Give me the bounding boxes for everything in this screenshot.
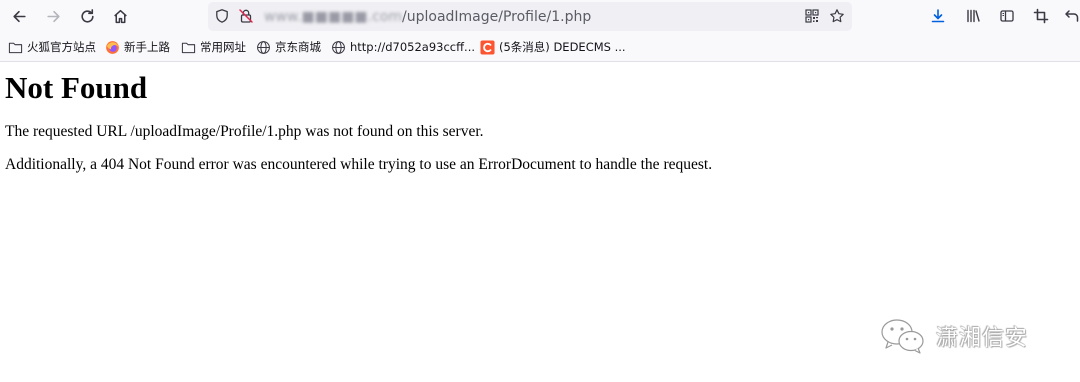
reload-button[interactable]: [74, 4, 100, 28]
back-icon: [12, 10, 26, 22]
bookmark-label: 常用网址: [200, 40, 246, 54]
bookmark-item[interactable]: 火狐官方站点: [8, 38, 96, 56]
watermark: 潇湘信安: [878, 314, 1068, 358]
library-button[interactable]: [962, 5, 984, 27]
url-bar[interactable]: www.■■■■■.com/uploadImage/Profile/1.php: [208, 2, 852, 31]
library-icon: [967, 9, 980, 23]
downloads-button[interactable]: [927, 5, 949, 27]
home-icon: [113, 9, 127, 23]
firefox-icon: [106, 40, 119, 54]
qr-code-icon[interactable]: [804, 8, 820, 24]
bookmark-label: http://d7052a93ccff...: [350, 40, 476, 54]
bookmark-label: 火狐官方站点: [27, 40, 96, 54]
globe-icon: [257, 40, 270, 54]
watermark-text: 潇湘信安: [936, 326, 1029, 351]
shield-icon[interactable]: [214, 8, 230, 24]
star-icon[interactable]: [829, 8, 845, 24]
browser-toolbar: www.■■■■■.com/uploadImage/Profile/1.php: [0, 0, 1080, 33]
error-message: The requested URL /uploadImage/Profile/1…: [5, 123, 484, 140]
url-path: /uploadImage/Profile/1.php: [402, 9, 592, 25]
bookmark-item[interactable]: http://d7052a93ccff...: [331, 38, 475, 56]
bookmark-item[interactable]: (5条消息) DEDECMS ...: [480, 38, 626, 56]
screenshot-icon: [1033, 8, 1049, 24]
back-button[interactable]: [6, 4, 32, 28]
bookmarks-bar: 火狐官方站点 新手上路 常用网址 京东商城 http://d7052a93ccf…: [0, 33, 1080, 62]
url-text[interactable]: www.■■■■■.com/uploadImage/Profile/1.php: [264, 8, 591, 26]
bookmark-item[interactable]: 常用网址: [181, 38, 246, 56]
sidebar-icon: [1000, 10, 1014, 22]
error-detail: Additionally, a 404 Not Found error was …: [5, 156, 713, 173]
folder-icon: [8, 42, 23, 53]
bookmark-label: 新手上路: [124, 40, 170, 54]
globe-icon: [332, 40, 345, 54]
reload-icon: [80, 8, 94, 23]
undo-icon: [1065, 10, 1079, 22]
forward-icon: [46, 10, 60, 22]
bookmark-item[interactable]: 新手上路: [105, 38, 170, 56]
download-icon: [931, 9, 945, 23]
sidebar-button[interactable]: [996, 5, 1018, 27]
csdn-icon: [480, 39, 495, 55]
bookmark-label: (5条消息) DEDECMS ...: [499, 40, 626, 54]
insecure-lock-icon[interactable]: [238, 8, 254, 24]
page-title: Not Found: [5, 70, 148, 105]
bookmark-label: 京东商城: [275, 40, 321, 54]
url-host-blurred: www.■■■■■.com: [264, 9, 403, 25]
undo-button[interactable]: [1061, 5, 1080, 27]
bookmark-item[interactable]: 京东商城: [256, 38, 321, 56]
folder-icon: [181, 42, 196, 53]
home-button[interactable]: [107, 4, 133, 28]
wechat-logo-icon: [881, 319, 924, 354]
forward-button[interactable]: [40, 4, 66, 28]
screenshot-button[interactable]: [1030, 5, 1052, 27]
